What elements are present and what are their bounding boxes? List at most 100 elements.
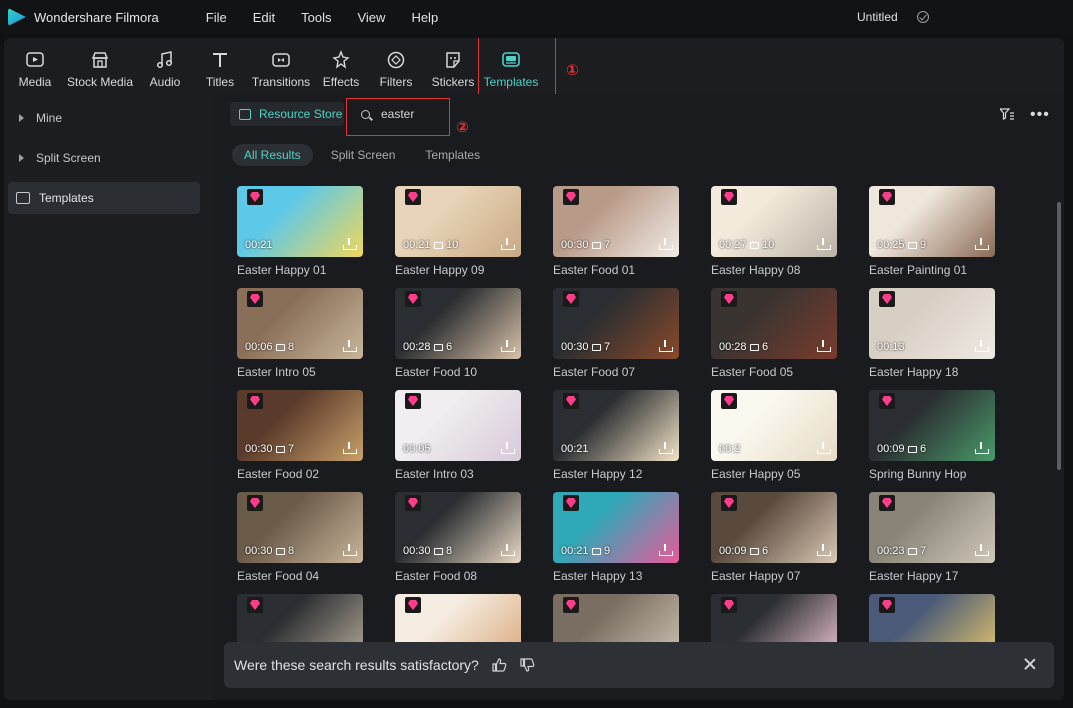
menu-tools[interactable]: Tools — [288, 10, 344, 25]
template-card[interactable]: 00:30 8 Easter Food 04 — [237, 492, 363, 583]
stock-media-icon — [89, 49, 111, 71]
template-thumbnail[interactable]: 00:21 10 — [395, 186, 521, 257]
tool-audio[interactable]: Audio — [144, 38, 186, 94]
tab-all-results[interactable]: All Results — [232, 144, 313, 166]
close-icon[interactable] — [1024, 658, 1036, 670]
menu-help[interactable]: Help — [398, 10, 451, 25]
template-card[interactable]: 00:27 10 Easter Happy 08 — [711, 186, 837, 277]
camera-icon — [434, 343, 443, 351]
thumbs-down-icon[interactable] — [519, 657, 535, 673]
template-card[interactable]: 00:21 Easter Happy 12 — [553, 390, 679, 481]
template-card[interactable]: 00:05 Easter Intro 03 — [395, 390, 521, 481]
template-card[interactable]: 00:23 7 Easter Happy 17 — [869, 492, 995, 583]
template-thumbnail[interactable]: 00:05 — [395, 390, 521, 461]
download-icon[interactable] — [501, 238, 515, 250]
download-icon[interactable] — [817, 544, 831, 556]
vertical-scrollbar[interactable] — [1057, 202, 1061, 470]
download-icon[interactable] — [501, 544, 515, 556]
template-thumbnail[interactable]: 00:30 8 — [237, 492, 363, 563]
download-icon[interactable] — [817, 340, 831, 352]
template-thumbnail[interactable]: 00:2 — [711, 390, 837, 461]
sidebar-item-mine[interactable]: Mine — [8, 102, 200, 134]
tab-split-screen[interactable]: Split Screen — [319, 144, 408, 166]
template-thumbnail[interactable]: 00:28 6 — [711, 288, 837, 359]
app-title: Wondershare Filmora — [34, 9, 159, 25]
template-grid: 00:21 Easter Happy 01 00:21 10 Easter Happy … — [237, 177, 1037, 700]
template-card[interactable]: 00:09 6 Spring Bunny Hop — [869, 390, 995, 481]
template-clip-count: 6 — [750, 341, 768, 353]
template-card[interactable]: 00:25 9 Easter Painting 01 — [869, 186, 995, 277]
template-thumbnail[interactable]: 00:30 7 — [553, 186, 679, 257]
template-card[interactable]: 00:30 7 Easter Food 02 — [237, 390, 363, 481]
filter-sort-icon[interactable] — [1000, 108, 1014, 120]
expand-arrow-icon — [19, 154, 24, 162]
camera-icon — [592, 547, 601, 555]
template-card[interactable]: 00:28 6 Easter Food 05 — [711, 288, 837, 379]
template-card[interactable]: 00:30 7 Easter Food 07 — [553, 288, 679, 379]
download-icon[interactable] — [343, 442, 357, 454]
tool-transitions[interactable]: Transitions — [250, 38, 312, 94]
download-icon[interactable] — [975, 238, 989, 250]
download-icon[interactable] — [343, 238, 357, 250]
tool-titles[interactable]: Titles — [202, 38, 238, 94]
template-card[interactable]: 00:06 8 Easter Intro 05 — [237, 288, 363, 379]
tool-stickers[interactable]: Stickers — [430, 38, 476, 94]
template-thumbnail[interactable]: 00:09 6 — [869, 390, 995, 461]
download-icon[interactable] — [975, 340, 989, 352]
template-thumbnail[interactable]: 00:27 10 — [711, 186, 837, 257]
download-icon[interactable] — [659, 544, 673, 556]
template-card[interactable]: 00:21 Easter Happy 01 — [237, 186, 363, 277]
download-icon[interactable] — [975, 544, 989, 556]
premium-gem-icon — [879, 597, 895, 613]
template-thumbnail[interactable]: 00:06 8 — [237, 288, 363, 359]
template-thumbnail[interactable]: 00:21 9 — [553, 492, 679, 563]
tab-templates[interactable]: Templates — [413, 144, 492, 166]
template-clip-count: 10 — [434, 239, 458, 251]
menu-view[interactable]: View — [344, 10, 398, 25]
template-thumbnail[interactable]: 00:09 6 — [711, 492, 837, 563]
template-card[interactable]: 00:30 8 Easter Food 08 — [395, 492, 521, 583]
media-icon — [24, 49, 46, 71]
sidebar-item-split-screen[interactable]: Split Screen — [8, 142, 200, 174]
premium-gem-icon — [405, 597, 421, 613]
premium-gem-icon — [247, 597, 263, 613]
resource-store-button[interactable]: Resource Store — [230, 102, 344, 126]
template-thumbnail[interactable]: 00:30 7 — [553, 288, 679, 359]
download-icon[interactable] — [501, 442, 515, 454]
template-card[interactable]: 00:28 6 Easter Food 10 — [395, 288, 521, 379]
download-icon[interactable] — [501, 340, 515, 352]
download-icon[interactable] — [343, 544, 357, 556]
thumbs-up-icon[interactable] — [491, 657, 507, 673]
template-thumbnail[interactable]: 00:13 — [869, 288, 995, 359]
template-thumbnail[interactable]: 00:28 6 — [395, 288, 521, 359]
template-thumbnail[interactable]: 00:21 — [237, 186, 363, 257]
download-icon[interactable] — [659, 340, 673, 352]
template-thumbnail[interactable]: 00:23 7 — [869, 492, 995, 563]
template-thumbnail[interactable]: 00:25 9 — [869, 186, 995, 257]
template-card[interactable]: 00:21 10 Easter Happy 09 — [395, 186, 521, 277]
tool-label: Effects — [322, 75, 360, 89]
template-thumbnail[interactable]: 00:30 7 — [237, 390, 363, 461]
tool-stock-media[interactable]: Stock Media — [64, 38, 136, 94]
download-icon[interactable] — [659, 442, 673, 454]
template-card[interactable]: 00:13 Easter Happy 18 — [869, 288, 995, 379]
template-card[interactable]: 00:21 9 Easter Happy 13 — [553, 492, 679, 583]
document-title[interactable]: Untitled — [857, 10, 898, 24]
sidebar-item-templates[interactable]: Templates — [8, 182, 200, 214]
download-icon[interactable] — [659, 238, 673, 250]
template-thumbnail[interactable]: 00:21 — [553, 390, 679, 461]
template-thumbnail[interactable]: 00:30 8 — [395, 492, 521, 563]
download-icon[interactable] — [975, 442, 989, 454]
template-card[interactable]: 00:30 7 Easter Food 01 — [553, 186, 679, 277]
tool-media[interactable]: Media — [14, 38, 56, 94]
more-options-icon[interactable]: ••• — [1030, 106, 1050, 124]
download-icon[interactable] — [817, 238, 831, 250]
menu-edit[interactable]: Edit — [240, 10, 288, 25]
tool-effects[interactable]: Effects — [320, 38, 362, 94]
template-card[interactable]: 00:09 6 Easter Happy 07 — [711, 492, 837, 583]
template-card[interactable]: 00:2 Easter Happy 05 — [711, 390, 837, 481]
download-icon[interactable] — [343, 340, 357, 352]
download-icon[interactable] — [817, 442, 831, 454]
tool-filters[interactable]: Filters — [378, 38, 414, 94]
menu-file[interactable]: File — [193, 10, 240, 25]
